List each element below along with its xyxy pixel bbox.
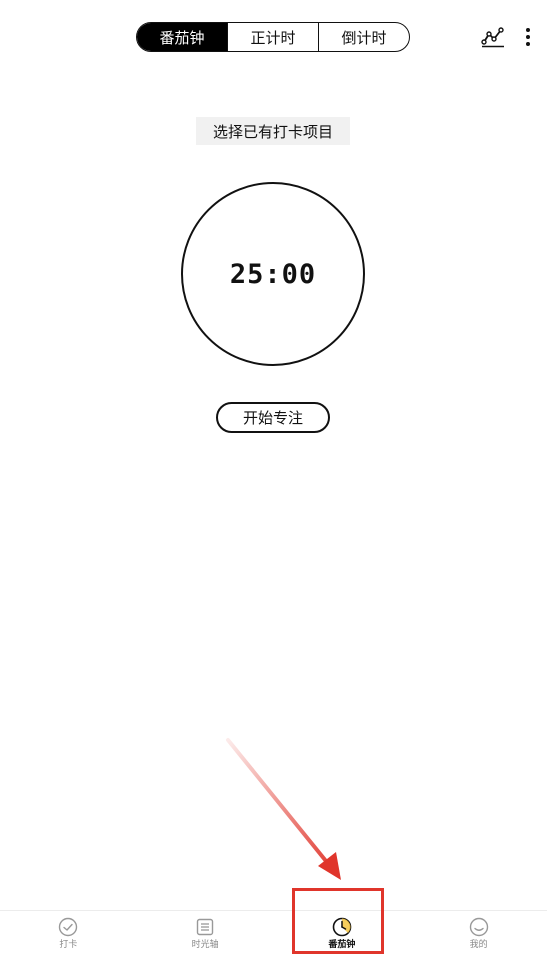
- check-circle-icon: [59, 917, 78, 937]
- mode-tabs: 番茄钟 正计时 倒计时: [136, 22, 410, 52]
- tab-pomodoro[interactable]: 番茄钟: [137, 23, 227, 51]
- list-icon: [196, 918, 214, 936]
- timer-circle: 25:00: [181, 182, 365, 366]
- smiley-icon: [469, 917, 488, 937]
- select-project-button[interactable]: 选择已有打卡项目: [196, 117, 350, 145]
- nav-item-checkin[interactable]: 打卡: [0, 911, 137, 956]
- more-vertical-icon[interactable]: [520, 26, 536, 48]
- timer-display: 25:00: [229, 258, 317, 290]
- nav-label-checkin: 打卡: [59, 940, 78, 950]
- nav-label-mine: 我的: [469, 940, 488, 950]
- nav-label-pomodoro: 番茄钟: [328, 940, 356, 950]
- tab-count-up[interactable]: 正计时: [227, 23, 318, 51]
- nav-item-timeline[interactable]: 时光轴: [137, 911, 274, 956]
- nav-item-mine[interactable]: 我的: [410, 911, 547, 956]
- line-chart-icon[interactable]: [481, 26, 505, 48]
- start-focus-button[interactable]: 开始专注: [216, 402, 330, 433]
- bottom-nav: 打卡 时光轴 番茄钟 我的: [0, 910, 547, 956]
- tab-countdown[interactable]: 倒计时: [318, 23, 409, 51]
- nav-item-pomodoro[interactable]: 番茄钟: [274, 911, 411, 956]
- clock-icon: [332, 917, 352, 937]
- nav-label-timeline: 时光轴: [191, 940, 219, 950]
